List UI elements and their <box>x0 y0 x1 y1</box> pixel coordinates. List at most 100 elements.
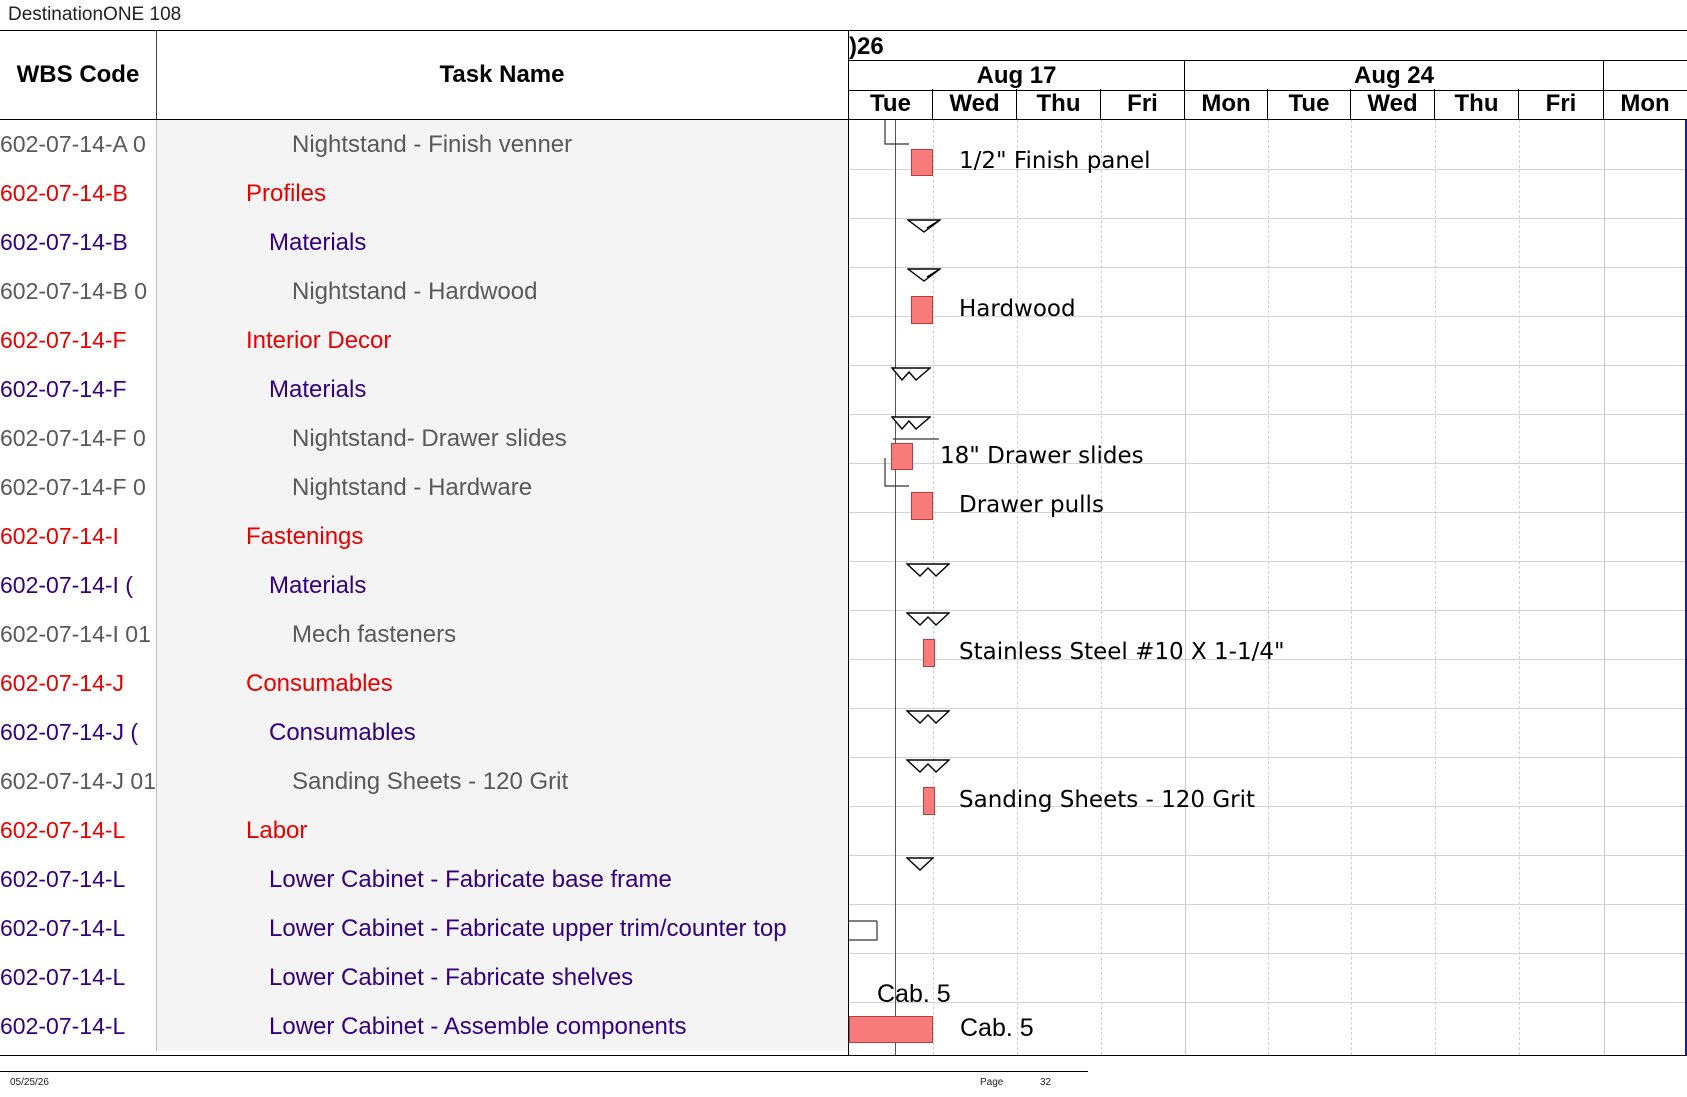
day-label: Mon <box>1185 89 1268 119</box>
wbs-cell[interactable]: 602-07-14-J 01 <box>0 757 157 806</box>
task-bar[interactable] <box>891 443 913 470</box>
wbs-cell[interactable]: 602-07-14-F <box>0 365 157 414</box>
table-row[interactable]: 602-07-14-L Lower Cabinet - Fabricate sh… <box>0 953 848 1003</box>
task-name-cell[interactable]: Sanding Sheets - 120 Grit <box>157 757 848 806</box>
wbs-cell[interactable]: 602-07-14-L <box>0 953 157 1002</box>
wbs-cell[interactable]: 602-07-14-L <box>0 855 157 904</box>
task-name-cell[interactable]: Lower Cabinet - Assemble components <box>157 1002 848 1051</box>
table-row[interactable]: 602-07-14-B Materials <box>0 218 848 268</box>
wbs-cell[interactable]: 602-07-14-F 0 <box>0 463 157 512</box>
task-bar-label: Cab. 5 <box>960 1014 1034 1042</box>
task-bar[interactable] <box>923 787 935 815</box>
task-table: WBS Code Task Name 602-07-14-A 0 Nightst… <box>0 30 848 1056</box>
wbs-cell[interactable]: 602-07-14-I <box>0 512 157 561</box>
wbs-column-header[interactable]: WBS Code <box>0 31 157 119</box>
wbs-cell[interactable]: 602-07-14-B 0 <box>0 267 157 316</box>
task-name-cell[interactable]: Nightstand - Hardware <box>157 463 848 512</box>
task-name-cell[interactable]: Consumables <box>157 708 848 757</box>
summary-marker[interactable] <box>906 710 950 724</box>
task-name-cell[interactable]: Lower Cabinet - Fabricate base frame <box>157 855 848 904</box>
wbs-cell[interactable]: 602-07-14-L <box>0 806 157 855</box>
day-label: Thu <box>1435 89 1519 119</box>
footer-page-number: 32 <box>1040 1077 1052 1088</box>
task-bar-label: Stainless Steel #10 X 1-1/4" <box>959 639 1285 665</box>
day-label: Mon <box>1620 90 1670 117</box>
task-name-cell[interactable]: Nightstand - Finish venner <box>157 120 848 169</box>
wbs-cell[interactable]: 602-07-14-L <box>0 904 157 953</box>
wbs-cell[interactable]: 602-07-14-F 0 <box>0 414 157 463</box>
task-name-cell[interactable]: Lower Cabinet - Fabricate shelves <box>157 953 848 1002</box>
task-bar[interactable] <box>911 296 933 324</box>
summary-marker[interactable] <box>907 268 941 282</box>
gantt-chart: )26 Aug 17 Aug 24 Tue Wed Thu Fri Mon Tu… <box>848 30 1687 1056</box>
wbs-cell[interactable]: 602-07-14-I ( <box>0 561 157 610</box>
timescale-header: )26 Aug 17 Aug 24 Tue Wed Thu Fri Mon Tu… <box>849 31 1687 120</box>
year-label: )26 <box>849 33 884 60</box>
day-label: Fri <box>1519 89 1604 119</box>
wbs-cell[interactable]: 602-07-14-J ( <box>0 708 157 757</box>
day-label: Wed <box>1351 89 1435 119</box>
table-row[interactable]: 602-07-14-F 0 Nightstand - Hardware <box>0 463 848 513</box>
footer-date: 05/25/26 <box>10 1077 49 1088</box>
day-label: Fri <box>1101 89 1185 119</box>
day-label: Tue <box>1268 89 1351 119</box>
table-row[interactable]: 602-07-14-F Interior Decor <box>0 316 848 366</box>
task-bar-label: Cab. 5 <box>877 980 951 1008</box>
summary-marker[interactable] <box>906 612 950 626</box>
task-name-cell[interactable]: Materials <box>157 561 848 610</box>
table-row[interactable]: 602-07-14-B 0 Nightstand - Hardwood <box>0 267 848 317</box>
table-row[interactable]: 602-07-14-L Lower Cabinet - Fabricate up… <box>0 904 848 954</box>
task-bar[interactable] <box>923 639 935 667</box>
table-row[interactable]: 602-07-14-I Fastenings <box>0 512 848 562</box>
summary-marker[interactable] <box>907 219 941 233</box>
table-row[interactable]: 602-07-14-J 01 Sanding Sheets - 120 Grit <box>0 757 848 807</box>
task-name-cell[interactable]: Labor <box>157 806 848 855</box>
day-label: Tue <box>849 89 933 119</box>
task-name-cell[interactable]: Lower Cabinet - Fabricate upper trim/cou… <box>157 904 848 953</box>
day-label: Thu <box>1017 89 1101 119</box>
task-bar[interactable] <box>911 149 933 176</box>
task-name-cell[interactable]: Nightstand - Hardwood <box>157 267 848 316</box>
table-row[interactable]: 602-07-14-I 01 Mech fasteners <box>0 610 848 660</box>
task-name-cell[interactable]: Profiles <box>157 169 848 218</box>
task-bar[interactable] <box>911 492 933 520</box>
task-name-cell[interactable]: Consumables <box>157 659 848 708</box>
task-bar-label: Drawer pulls <box>959 492 1104 518</box>
task-bar-label: Sanding Sheets - 120 Grit <box>959 787 1256 813</box>
task-name-cell[interactable]: Fastenings <box>157 512 848 561</box>
task-name-cell[interactable]: Materials <box>157 218 848 267</box>
wbs-cell[interactable]: 602-07-14-J <box>0 659 157 708</box>
task-name-cell[interactable]: Interior Decor <box>157 316 848 365</box>
table-row[interactable]: 602-07-14-L Lower Cabinet - Fabricate ba… <box>0 855 848 905</box>
week-label-aug24: Aug 24 <box>1185 60 1604 91</box>
summary-marker[interactable] <box>891 416 931 430</box>
wbs-cell[interactable]: 602-07-14-F <box>0 316 157 365</box>
wbs-cell[interactable]: 602-07-14-L <box>0 1002 157 1051</box>
task-name-cell[interactable]: Mech fasteners <box>157 610 848 659</box>
table-row[interactable]: 602-07-14-J ( Consumables <box>0 708 848 758</box>
table-row[interactable]: 602-07-14-J Consumables <box>0 659 848 709</box>
table-row[interactable]: 602-07-14-A 0 Nightstand - Finish venner <box>0 120 848 170</box>
footer-page-label: Page <box>980 1077 1004 1088</box>
task-name-cell[interactable]: Materials <box>157 365 848 414</box>
summary-marker[interactable] <box>891 367 931 381</box>
wbs-cell[interactable]: 602-07-14-A 0 <box>0 120 157 169</box>
summary-marker[interactable] <box>906 759 950 773</box>
table-row[interactable]: 602-07-14-L Labor <box>0 806 848 856</box>
table-row[interactable]: 602-07-14-F 0 Nightstand- Drawer slides <box>0 414 848 464</box>
wbs-cell[interactable]: 602-07-14-I 01 <box>0 610 157 659</box>
wbs-cell[interactable]: 602-07-14-B <box>0 218 157 267</box>
summary-marker[interactable] <box>906 563 950 577</box>
table-row[interactable]: 602-07-14-B Profiles <box>0 169 848 219</box>
table-row[interactable]: 602-07-14-L Lower Cabinet - Assemble com… <box>0 1002 848 1051</box>
table-row[interactable]: 602-07-14-F Materials <box>0 365 848 415</box>
task-bar[interactable] <box>849 1016 933 1043</box>
task-bar-label: 1/2" Finish panel <box>959 148 1151 174</box>
day-label: Wed <box>933 89 1017 119</box>
task-name-column-header[interactable]: Task Name <box>157 31 847 119</box>
task-name-cell[interactable]: Nightstand- Drawer slides <box>157 414 848 463</box>
table-row[interactable]: 602-07-14-I ( Materials <box>0 561 848 611</box>
summary-marker[interactable] <box>906 857 934 871</box>
footer-divider <box>0 1071 1088 1072</box>
wbs-cell[interactable]: 602-07-14-B <box>0 169 157 218</box>
